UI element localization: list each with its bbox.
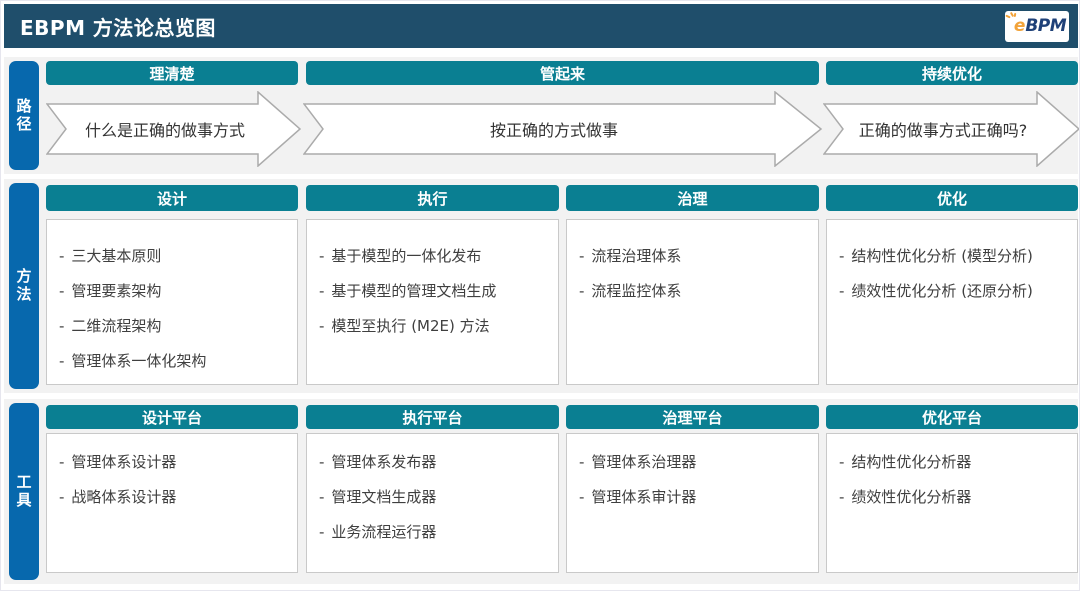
arrow-text: 什么是正确的做事方式 xyxy=(46,91,302,167)
stage-header-clarify: 理清楚 xyxy=(46,61,298,85)
list-item: -二维流程架构 xyxy=(59,309,285,344)
method-card-design: -三大基本原则 -管理要素架构 -二维流程架构 -管理体系一体化架构 xyxy=(46,219,298,385)
ebpm-overview-slide: EBPM 方法论总览图 eBPM 路径 理清楚 管起来 持续优化 什么是正确的做… xyxy=(0,0,1080,591)
column-header-optimize: 优化 xyxy=(826,185,1078,211)
column-header-execute: 执行 xyxy=(306,185,559,211)
list-item: -管理体系设计器 xyxy=(59,445,285,480)
arrow-text: 正确的做事方式正确吗? xyxy=(823,91,1080,167)
list-item: -基于模型的一体化发布 xyxy=(319,239,546,274)
list-item: -管理体系发布器 xyxy=(319,445,546,480)
row-label-tools: 工具 xyxy=(9,403,39,580)
tools-card-execute: -管理体系发布器 -管理文档生成器 -业务流程运行器 xyxy=(306,433,559,573)
column-header-execute-platform: 执行平台 xyxy=(306,405,559,429)
list-item: -流程治理体系 xyxy=(579,239,806,274)
column-header-govern: 治理 xyxy=(566,185,819,211)
ebpm-logo: eBPM xyxy=(1005,11,1069,42)
column-header-govern-platform: 治理平台 xyxy=(566,405,819,429)
row-label-method: 方法 xyxy=(9,183,39,389)
list-item: -管理要素架构 xyxy=(59,274,285,309)
method-card-govern: -流程治理体系 -流程监控体系 xyxy=(566,219,819,385)
logo-text-bpm: BPM xyxy=(1025,16,1066,36)
list-item: -业务流程运行器 xyxy=(319,515,546,550)
page-title: EBPM 方法论总览图 xyxy=(4,12,216,41)
list-item: -结构性优化分析 (模型分析) xyxy=(839,239,1065,274)
list-item: -结构性优化分析器 xyxy=(839,445,1065,480)
process-arrow-3: 正确的做事方式正确吗? xyxy=(823,91,1080,167)
list-item: -绩效性优化分析 (还原分析) xyxy=(839,274,1065,309)
stage-header-optimize: 持续优化 xyxy=(826,61,1078,85)
title-bar: EBPM 方法论总览图 eBPM xyxy=(4,4,1078,48)
row-path: 路径 理清楚 管起来 持续优化 什么是正确的做事方式 按正确的方式做事 正确的做… xyxy=(4,57,1078,174)
column-header-design-platform: 设计平台 xyxy=(46,405,298,429)
row-method: 方法 设计 执行 治理 优化 -三大基本原则 -管理要素架构 -二维流程架构 -… xyxy=(4,179,1078,393)
list-item: -基于模型的管理文档生成 xyxy=(319,274,546,309)
tools-card-optimize: -结构性优化分析器 -绩效性优化分析器 xyxy=(826,433,1078,573)
list-item: -战略体系设计器 xyxy=(59,480,285,515)
row-tools: 工具 设计平台 执行平台 治理平台 优化平台 -管理体系设计器 -战略体系设计器… xyxy=(4,399,1078,584)
list-item: -三大基本原则 xyxy=(59,239,285,274)
tools-card-govern: -管理体系治理器 -管理体系审计器 xyxy=(566,433,819,573)
column-header-design: 设计 xyxy=(46,185,298,211)
process-arrow-2: 按正确的方式做事 xyxy=(303,91,823,167)
method-card-optimize: -结构性优化分析 (模型分析) -绩效性优化分析 (还原分析) xyxy=(826,219,1078,385)
sun-rays-icon xyxy=(1007,12,1017,22)
list-item: -模型至执行 (M2E) 方法 xyxy=(319,309,546,344)
tools-card-design: -管理体系设计器 -战略体系设计器 xyxy=(46,433,298,573)
list-item: -流程监控体系 xyxy=(579,274,806,309)
column-header-optimize-platform: 优化平台 xyxy=(826,405,1078,429)
method-card-execute: -基于模型的一体化发布 -基于模型的管理文档生成 -模型至执行 (M2E) 方法 xyxy=(306,219,559,385)
stage-header-manage: 管起来 xyxy=(306,61,819,85)
list-item: -管理文档生成器 xyxy=(319,480,546,515)
process-arrow-1: 什么是正确的做事方式 xyxy=(46,91,302,167)
list-item: -管理体系审计器 xyxy=(579,480,806,515)
arrow-text: 按正确的方式做事 xyxy=(303,91,823,167)
row-label-path: 路径 xyxy=(9,61,39,170)
list-item: -管理体系一体化架构 xyxy=(59,344,285,379)
list-item: -管理体系治理器 xyxy=(579,445,806,480)
list-item: -绩效性优化分析器 xyxy=(839,480,1065,515)
